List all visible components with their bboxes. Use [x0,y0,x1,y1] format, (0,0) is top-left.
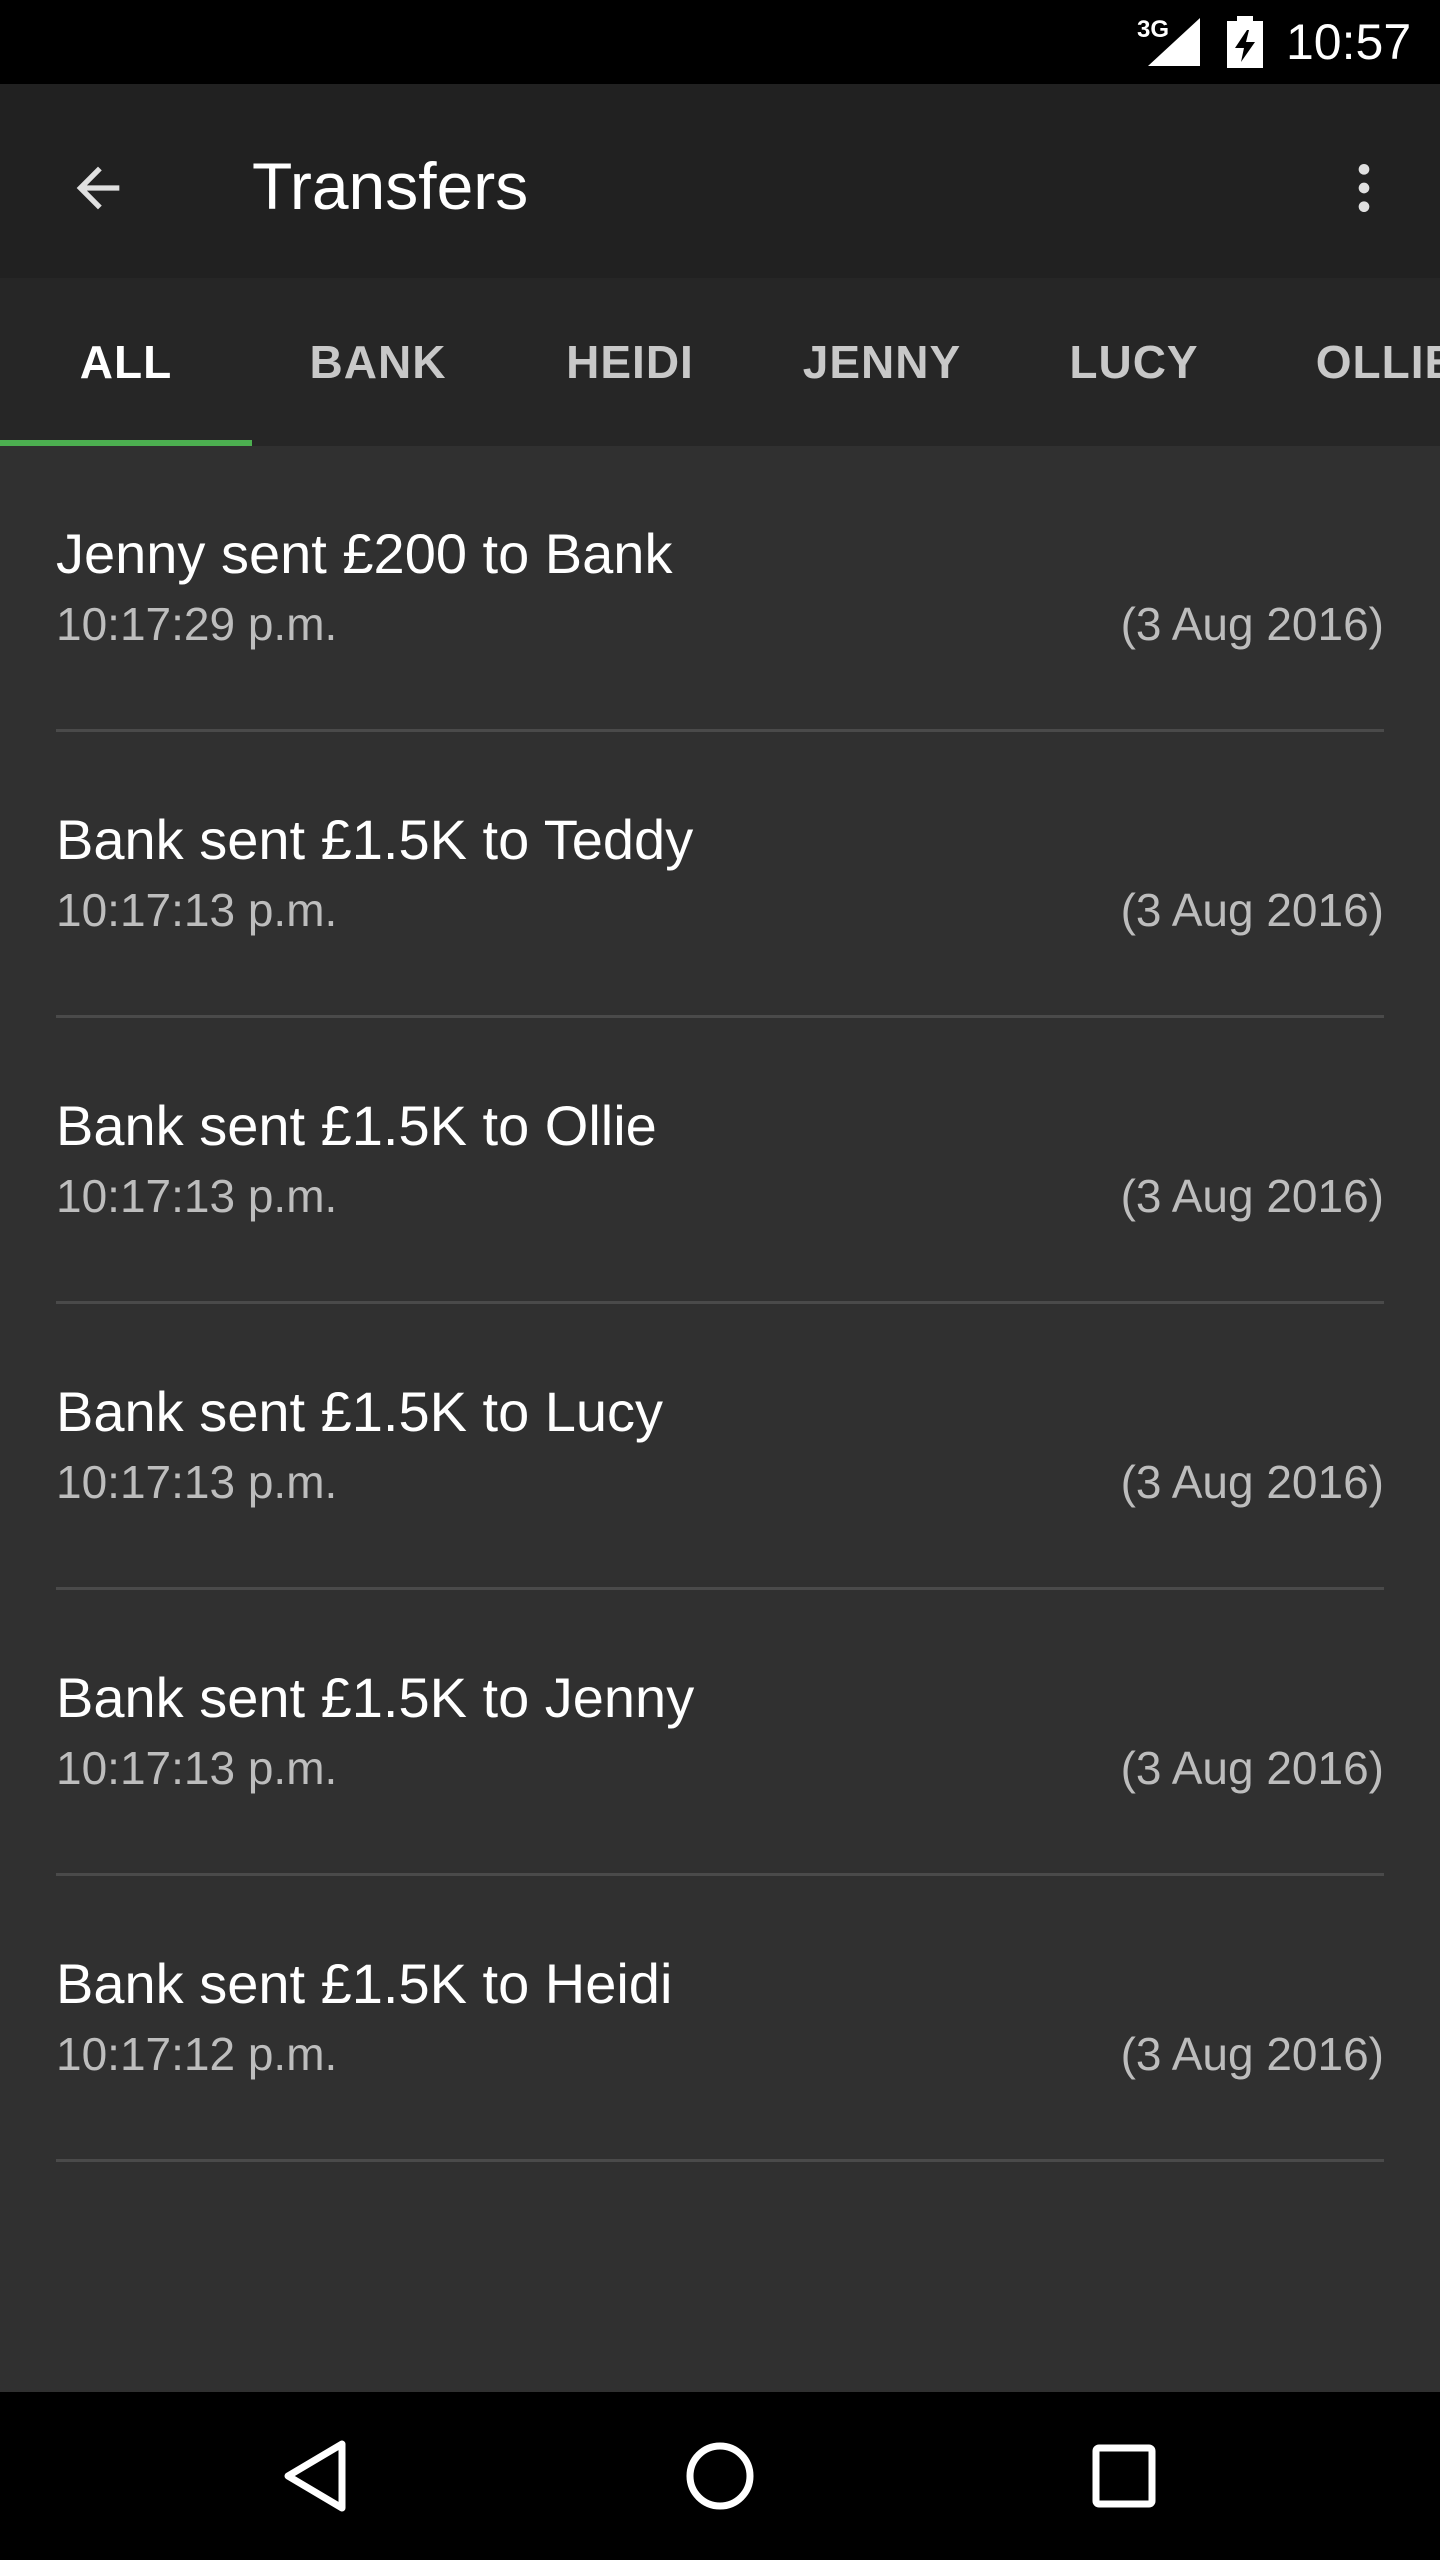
tab-bank[interactable]: BANK [252,278,504,446]
tab-jenny[interactable]: JENNY [756,278,1008,446]
battery-charging-icon [1225,16,1265,73]
nav-recents-icon [1092,2444,1156,2508]
transfer-description: Jenny sent £200 to Bank [56,522,673,585]
arrow-back-icon [76,166,120,210]
system-nav-bar [0,2392,1440,2560]
nav-back-icon [284,2440,346,2512]
transfer-description: Bank sent £1.5K to Heidi [56,1952,673,2015]
transfer-list: Jenny sent £200 to Bank 10:17:29 p.m. (3… [0,446,1440,2392]
list-item[interactable]: Jenny sent £200 to Bank 10:17:29 p.m. (3… [56,446,1384,732]
tab-all[interactable]: ALL [0,278,252,446]
tab-heidi[interactable]: HEIDI [504,278,756,446]
status-clock: 10:57 [1286,14,1412,70]
more-vert-icon [1358,164,1370,212]
transfer-date: (3 Aug 2016) [1120,1170,1384,1222]
transfer-time: 10:17:13 p.m. [56,1742,338,1794]
transfer-description: Bank sent £1.5K to Teddy [56,808,694,871]
app-bar: Transfers [0,84,1440,278]
transfer-time: 10:17:12 p.m. [56,2028,338,2080]
list-item[interactable]: Bank sent £1.5K to Heidi 10:17:12 p.m. (… [56,1876,1384,2162]
transfer-date: (3 Aug 2016) [1120,598,1384,650]
transfer-description: Bank sent £1.5K to Ollie [56,1094,657,1157]
signal-icon [1148,18,1200,71]
transfer-date: (3 Aug 2016) [1120,1456,1384,1508]
nav-home-button[interactable] [660,2416,780,2536]
transfer-time: 10:17:13 p.m. [56,884,338,936]
tab-bar: ALL BANK HEIDI JENNY LUCY OLLIE [0,278,1440,446]
transfer-time: 10:17:29 p.m. [56,598,338,650]
overflow-menu-button[interactable] [1316,140,1412,236]
nav-home-icon [686,2442,754,2510]
transfer-date: (3 Aug 2016) [1120,2028,1384,2080]
list-item[interactable]: Bank sent £1.5K to Teddy 10:17:13 p.m. (… [56,732,1384,1018]
tab-ollie[interactable]: OLLIE [1260,278,1440,446]
nav-recents-button[interactable] [1064,2416,1184,2536]
transfer-date: (3 Aug 2016) [1120,884,1384,936]
nav-back-button[interactable] [256,2416,376,2536]
back-button[interactable] [50,140,146,236]
list-item[interactable]: Bank sent £1.5K to Lucy 10:17:13 p.m. (3… [56,1304,1384,1590]
list-item[interactable]: Bank sent £1.5K to Ollie 10:17:13 p.m. (… [56,1018,1384,1304]
tab-lucy[interactable]: LUCY [1008,278,1260,446]
transfer-description: Bank sent £1.5K to Jenny [56,1666,695,1729]
list-item[interactable]: Bank sent £1.5K to Jenny 10:17:13 p.m. (… [56,1590,1384,1876]
status-bar: 3G 10:57 [0,0,1440,84]
divider [56,2159,1384,2162]
transfer-time: 10:17:13 p.m. [56,1456,338,1508]
transfer-description: Bank sent £1.5K to Lucy [56,1380,664,1443]
transfer-time: 10:17:13 p.m. [56,1170,338,1222]
page-title: Transfers [252,149,529,223]
transfer-date: (3 Aug 2016) [1120,1742,1384,1794]
